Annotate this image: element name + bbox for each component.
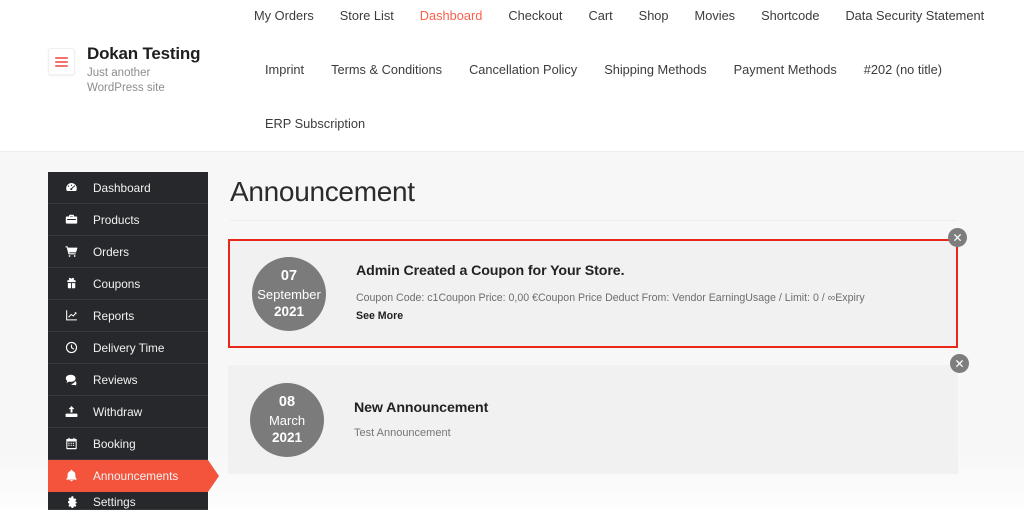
- sidebar-item-coupons[interactable]: Coupons: [48, 268, 208, 300]
- close-icon[interactable]: [948, 228, 967, 247]
- gear-icon: [63, 495, 79, 508]
- announcement-day: 07: [280, 268, 298, 284]
- announcement-list: 07 September 2021 Admin Created a Coupon…: [228, 228, 969, 491]
- nav-link-data-security-statement[interactable]: Data Security Statement: [845, 7, 984, 25]
- nav-link-checkout[interactable]: Checkout: [508, 7, 562, 25]
- page-title: Announcement: [230, 176, 415, 207]
- announcement-card[interactable]: 07 September 2021 Admin Created a Coupon…: [228, 228, 967, 348]
- dashboard-body: Dashboard Products Orders Coupons Report: [0, 152, 1024, 510]
- sidebar-item-reports[interactable]: Reports: [48, 300, 208, 332]
- nav-link-movies[interactable]: Movies: [695, 7, 736, 25]
- clock-icon: [63, 341, 79, 354]
- sidebar-item-dashboard[interactable]: Dashboard: [48, 172, 208, 204]
- nav-link-202-no-title[interactable]: #202 (no title): [864, 61, 942, 79]
- announcement-description: Coupon Code: c1Coupon Price: 0,00 €Coupo…: [356, 292, 865, 304]
- announcement-date-badge: 08 March 2021: [250, 382, 324, 457]
- sidebar-label-orders: Orders: [93, 244, 130, 259]
- site-header: Dokan Testing Just another WordPress sit…: [0, 0, 1024, 152]
- site-branding: Dokan Testing Just another WordPress sit…: [48, 44, 200, 96]
- nav-link-payment-methods[interactable]: Payment Methods: [734, 61, 837, 79]
- brand-text: Dokan Testing Just another WordPress sit…: [87, 44, 200, 96]
- nav-link-terms-conditions[interactable]: Terms & Conditions: [331, 61, 442, 79]
- sidebar-label-withdraw: Withdraw: [93, 404, 143, 419]
- announcement-day: 08: [278, 394, 296, 410]
- announcement-year: 2021: [271, 429, 303, 445]
- sidebar-item-booking[interactable]: Booking: [48, 428, 208, 460]
- announcement-description: Test Announcement: [354, 427, 451, 439]
- nav-link-cancellation-policy[interactable]: Cancellation Policy: [469, 61, 577, 79]
- close-icon[interactable]: [950, 354, 969, 373]
- sidebar-item-withdraw[interactable]: Withdraw: [48, 396, 208, 428]
- nav-link-shop[interactable]: Shop: [639, 7, 669, 25]
- primary-nav-row-1: My Orders Store List Dashboard Checkout …: [254, 7, 984, 25]
- cart-icon: [63, 245, 79, 258]
- sidebar-label-settings: Settings: [93, 495, 136, 509]
- announcement-title: Admin Created a Coupon for Your Store.: [356, 263, 625, 279]
- sidebar-item-orders[interactable]: Orders: [48, 236, 208, 268]
- hamburger-icon[interactable]: [48, 48, 75, 75]
- gift-icon: [63, 277, 79, 290]
- sidebar-item-settings[interactable]: Settings: [48, 492, 208, 510]
- sidebar-item-reviews[interactable]: Reviews: [48, 364, 208, 396]
- see-more-link[interactable]: See More: [356, 310, 403, 322]
- dokan-sidebar: Dashboard Products Orders Coupons Report: [48, 172, 219, 510]
- announcement-body: Admin Created a Coupon for Your Store. C…: [326, 263, 956, 324]
- announcement-month: September: [257, 286, 321, 302]
- announcement-card[interactable]: 08 March 2021 New Announcement Test Anno…: [228, 354, 969, 474]
- sidebar-item-products[interactable]: Products: [48, 204, 208, 236]
- sidebar-item-announcements[interactable]: Announcements: [48, 460, 219, 492]
- comment-icon: [63, 373, 79, 386]
- announcement-title: New Announcement: [354, 400, 489, 416]
- briefcase-icon: [63, 213, 79, 226]
- nav-link-cart[interactable]: Cart: [588, 7, 612, 25]
- sidebar-label-dashboard: Dashboard: [93, 180, 151, 195]
- upload-icon: [63, 405, 79, 418]
- primary-nav-row-2: Imprint Terms & Conditions Cancellation …: [265, 61, 942, 79]
- nav-link-dashboard[interactable]: Dashboard: [420, 7, 483, 25]
- sidebar-label-announcements: Announcements: [93, 468, 179, 483]
- announcement-body: New Announcement Test Announcement: [324, 400, 958, 439]
- bell-icon: [63, 469, 79, 482]
- site-tagline: Just another WordPress site: [87, 67, 165, 94]
- sidebar-label-reports: Reports: [93, 308, 135, 323]
- sidebar-label-reviews: Reviews: [93, 372, 138, 387]
- sidebar-label-booking: Booking: [93, 436, 136, 451]
- nav-link-imprint[interactable]: Imprint: [265, 61, 304, 79]
- nav-link-shortcode[interactable]: Shortcode: [761, 7, 819, 25]
- nav-link-shipping-methods[interactable]: Shipping Methods: [604, 61, 706, 79]
- chart-line-icon: [63, 309, 79, 322]
- nav-link-my-orders[interactable]: My Orders: [254, 7, 314, 25]
- announcement-date-badge: 07 September 2021: [252, 256, 326, 331]
- speedometer-icon: [63, 181, 79, 194]
- title-divider: [230, 220, 958, 221]
- nav-link-erp-subscription[interactable]: ERP Subscription: [265, 115, 365, 133]
- primary-nav-row-3: ERP Subscription: [265, 115, 365, 133]
- nav-link-store-list[interactable]: Store List: [340, 7, 394, 25]
- sidebar-label-products: Products: [93, 212, 140, 227]
- site-title[interactable]: Dokan Testing: [87, 44, 200, 64]
- announcement-month: March: [268, 412, 306, 428]
- sidebar-item-delivery-time[interactable]: Delivery Time: [48, 332, 208, 364]
- announcement-year: 2021: [273, 303, 305, 319]
- calendar-icon: [63, 437, 79, 450]
- announcement-content: Announcement 07 September 2021 Admin Cre…: [228, 152, 969, 509]
- sidebar-label-delivery-time: Delivery Time: [93, 340, 165, 355]
- sidebar-label-coupons: Coupons: [93, 276, 141, 291]
